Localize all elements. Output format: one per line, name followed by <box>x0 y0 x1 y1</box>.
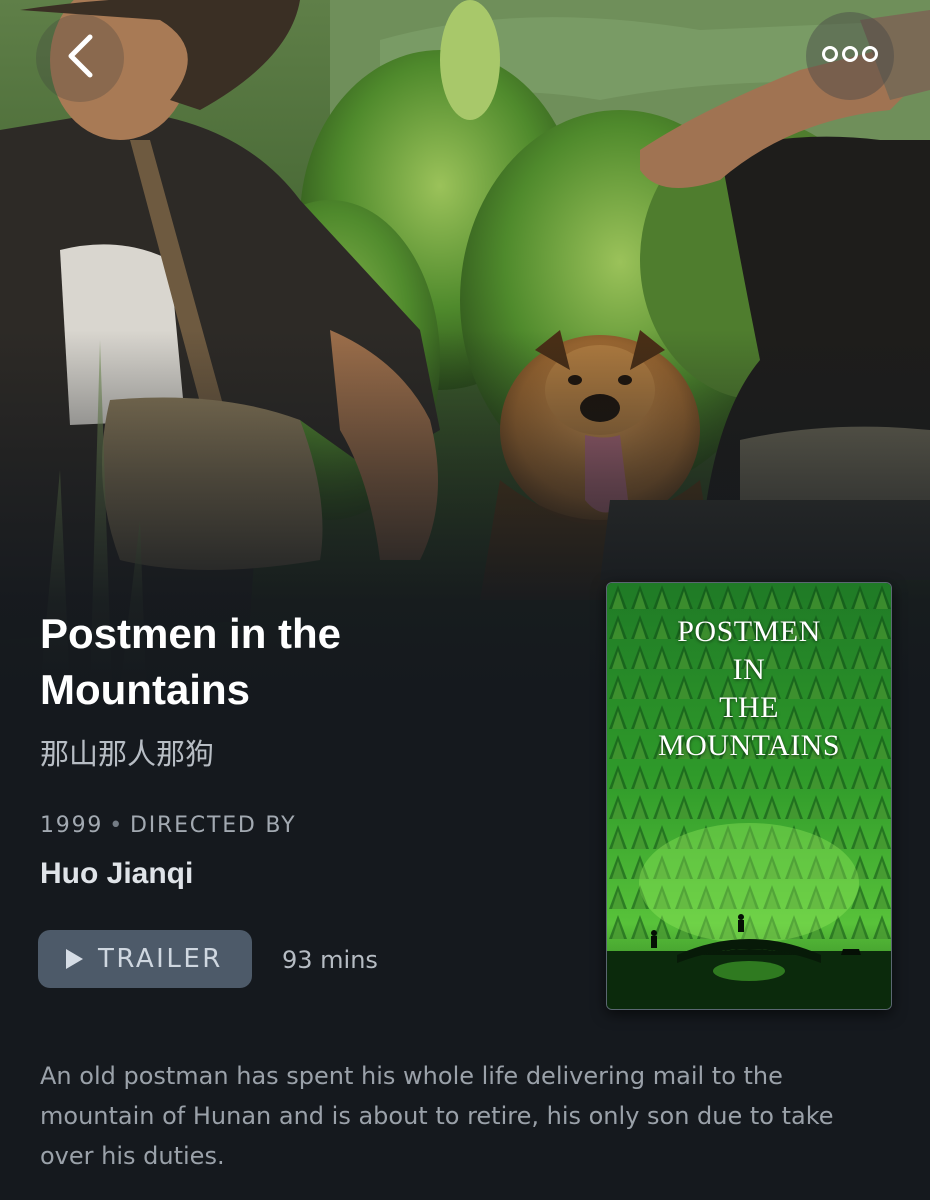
film-poster[interactable]: POSTMEN IN THE MOUNTAINS <box>606 582 892 1010</box>
poster-title-line: THE <box>719 691 779 724</box>
poster-title-line: MOUNTAINS <box>657 729 841 762</box>
separator-dot: • <box>109 813 124 838</box>
trailer-label: TRAILER <box>98 944 223 974</box>
runtime: 93 mins <box>282 946 378 974</box>
film-title: Postmen in the Mountains <box>40 610 342 713</box>
poster-title: POSTMEN IN THE MOUNTAINS <box>607 613 891 765</box>
director-link[interactable]: Huo Jianqi <box>40 854 193 894</box>
chevron-left-icon <box>65 33 95 83</box>
film-meta: 1999 • DIRECTED BY <box>40 812 296 840</box>
film-detail-screen: Postmen in the Mountains 那山那人那狗 1999 • DIR… <box>0 0 930 1200</box>
poster-title-line: IN <box>732 653 766 686</box>
back-button[interactable] <box>36 14 124 102</box>
release-year: 1999 <box>40 813 104 838</box>
poster-title-line: POSTMEN <box>677 615 821 648</box>
credit-label: DIRECTED BY <box>129 813 297 838</box>
synopsis: An old postman has spent his whole life … <box>40 1062 834 1170</box>
original-title: 那山那人那狗 <box>40 737 215 771</box>
more-options-button[interactable] <box>806 12 894 100</box>
trailer-button[interactable]: TRAILER <box>38 930 252 988</box>
more-horizontal-icon <box>820 44 880 68</box>
play-icon <box>64 947 86 971</box>
